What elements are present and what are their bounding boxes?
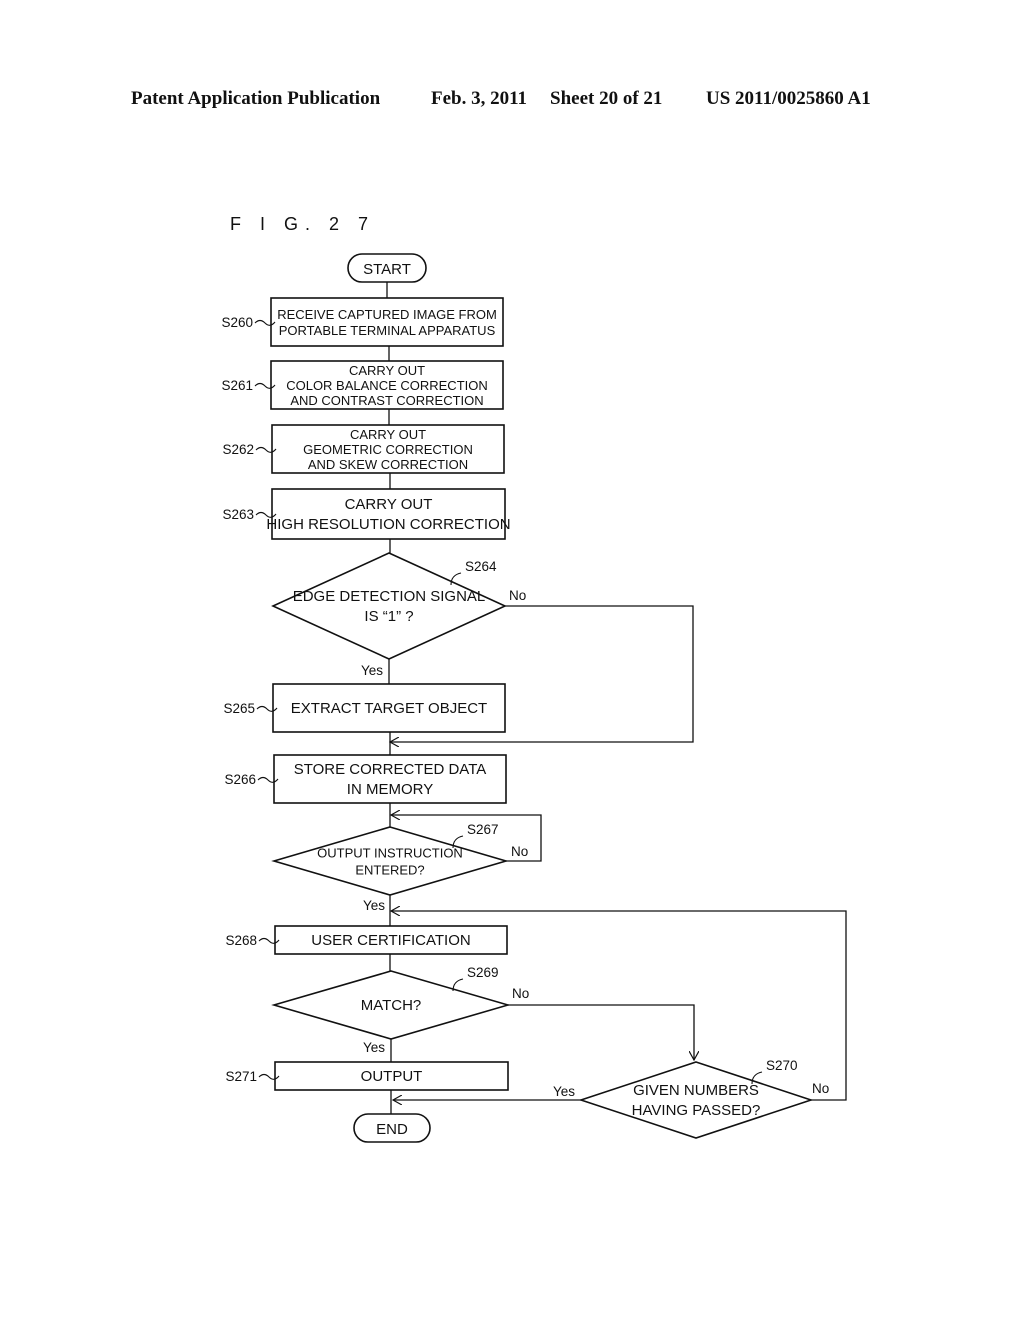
flowchart: START RECEIVE CAPTURED IMAGE FROMPORTABLE… xyxy=(221,253,847,1143)
decision-id-label: S269 xyxy=(467,965,499,980)
process-text: PORTABLE TERMINAL APPARATUS xyxy=(279,323,496,338)
step-id-label: S265 xyxy=(223,701,255,716)
process-text: CARRY OUT xyxy=(350,427,426,442)
decision-s270 xyxy=(578,1061,814,1139)
yes-label: Yes xyxy=(363,1040,385,1055)
decision-text: EDGE DETECTION SIGNAL xyxy=(293,588,486,605)
process-text: USER CERTIFICATION xyxy=(311,932,470,949)
yes-label: Yes xyxy=(361,663,383,678)
yes-label: Yes xyxy=(363,898,385,913)
decision-text: HAVING PASSED? xyxy=(632,1102,761,1119)
process-text: EXTRACT TARGET OBJECT xyxy=(291,700,487,717)
decision-id-label: S270 xyxy=(766,1058,798,1073)
start-terminal-text: START xyxy=(363,261,411,278)
decision-text: MATCH? xyxy=(361,997,422,1014)
process-text: CARRY OUT xyxy=(345,496,433,513)
step-id-label: S271 xyxy=(225,1069,257,1084)
process-text: COLOR BALANCE CORRECTION xyxy=(286,378,488,393)
step-id-label: S266 xyxy=(224,772,256,787)
process-text: HIGH RESOLUTION CORRECTION xyxy=(266,516,510,533)
decision-text: OUTPUT INSTRUCTION xyxy=(317,846,463,861)
step-id-label: S262 xyxy=(222,442,254,457)
process-text: RECEIVE CAPTURED IMAGE FROM xyxy=(277,307,497,322)
step-id-label: S260 xyxy=(221,315,253,330)
end-terminal-text: END xyxy=(376,1121,408,1138)
decision-text: GIVEN NUMBERS xyxy=(633,1082,759,1099)
decision-s267 xyxy=(271,826,509,896)
decision-id-label: S267 xyxy=(467,822,499,837)
step-id-label: S261 xyxy=(221,378,253,393)
yes-label: Yes xyxy=(553,1084,575,1099)
process-text: GEOMETRIC CORRECTION xyxy=(303,442,473,457)
decision-text: ENTERED? xyxy=(355,863,424,878)
no-label: No xyxy=(512,986,529,1001)
decision-id-label: S264 xyxy=(465,559,497,574)
step-id-label: S268 xyxy=(225,933,257,948)
process-text: CARRY OUT xyxy=(349,363,425,378)
process-text: AND SKEW CORRECTION xyxy=(308,457,468,472)
no-label: No xyxy=(511,844,528,859)
no-label: No xyxy=(509,588,526,603)
no-label: No xyxy=(812,1081,829,1096)
decision-text: IS “1” ? xyxy=(364,608,413,625)
step-id-label: S263 xyxy=(222,507,254,522)
process-text: OUTPUT xyxy=(361,1068,423,1085)
no-branch-line xyxy=(508,1004,694,1060)
process-text: IN MEMORY xyxy=(347,781,433,798)
process-text: AND CONTRAST CORRECTION xyxy=(290,393,483,408)
process-box-s260 xyxy=(270,297,504,347)
process-text: STORE CORRECTED DATA xyxy=(294,761,487,778)
